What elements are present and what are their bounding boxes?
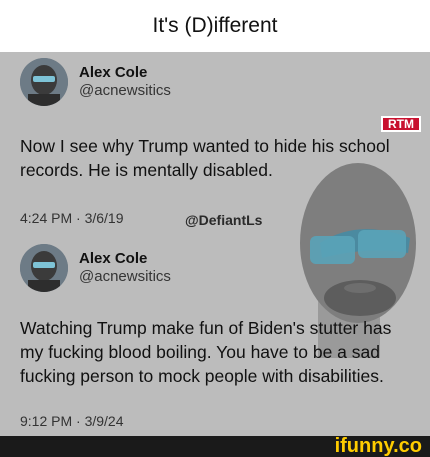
avatar[interactable]	[20, 244, 68, 292]
footer-bar: ifunny.co	[0, 435, 430, 457]
tweet-1-header: Alex Cole @acnewsitics	[20, 58, 171, 106]
user-handle[interactable]: @acnewsitics	[79, 268, 171, 286]
tweet-1-text: Now I see why Trump wanted to hide his s…	[20, 136, 390, 180]
tweet-2-timestamp[interactable]: 9:12 PM · 3/9/24	[20, 413, 124, 429]
tweet-2-text: Watching Trump make fun of Biden's stutt…	[20, 318, 392, 386]
avatar-image	[20, 58, 68, 106]
tweet-1-timestamp[interactable]: 4:24 PM · 3/6/19	[20, 210, 124, 226]
ifunny-logo[interactable]: ifunny.co	[335, 435, 422, 457]
avatar-image	[20, 244, 68, 292]
meme-title: It's (D)ifferent	[0, 0, 430, 52]
tweet-2-header: Alex Cole @acnewsitics	[20, 244, 171, 292]
watermark-handle: @DefiantLs	[185, 212, 263, 228]
display-name[interactable]: Alex Cole	[79, 250, 171, 268]
user-handle[interactable]: @acnewsitics	[79, 82, 171, 100]
rtm-badge: RTM	[381, 116, 421, 132]
avatar[interactable]	[20, 58, 68, 106]
display-name[interactable]: Alex Cole	[79, 64, 171, 82]
